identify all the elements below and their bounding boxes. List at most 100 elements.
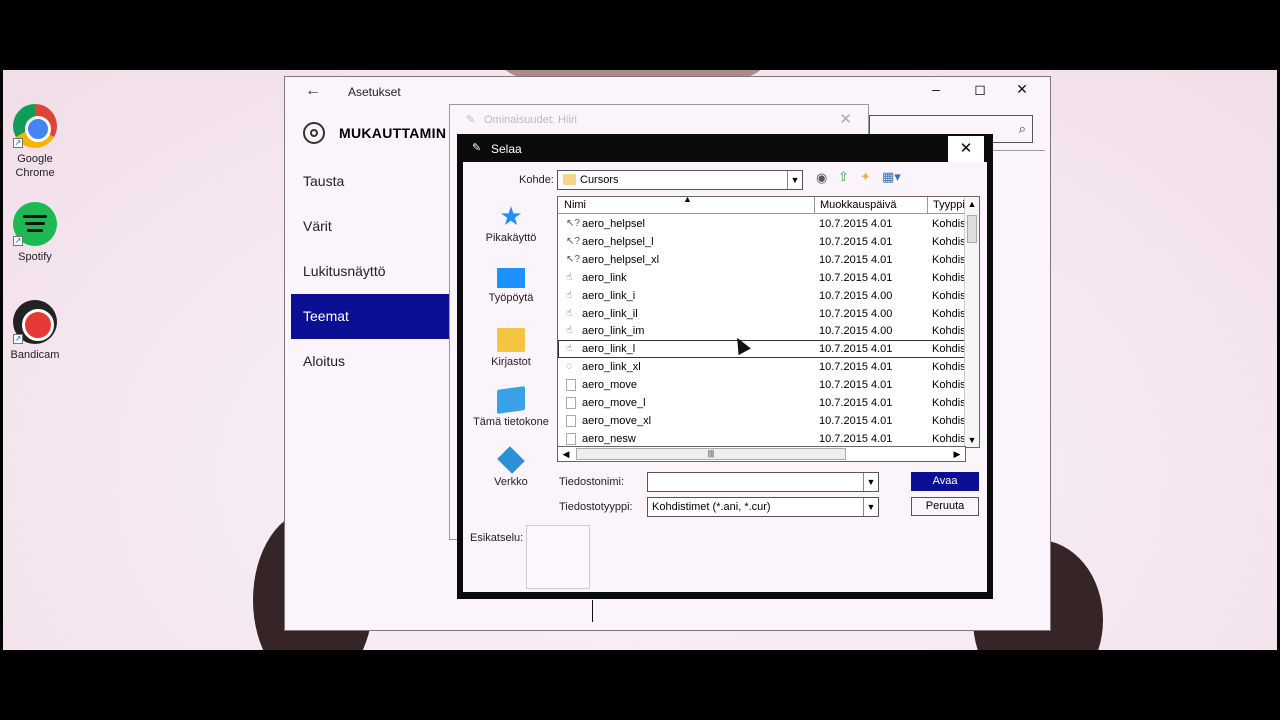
nav-item-varit[interactable]: Värit bbox=[291, 204, 449, 249]
file-row[interactable]: aero_move_l 10.7.2015 4.01 Kohdistin bbox=[558, 394, 965, 412]
filename-combobox[interactable]: ▼ bbox=[647, 472, 879, 492]
close-icon[interactable]: ✕ bbox=[839, 110, 852, 128]
file-type: Kohdistin bbox=[932, 361, 965, 374]
file-type: Kohdistin bbox=[932, 235, 965, 248]
file-row[interactable]: ↖?aero_helpsel_xl 10.7.2015 4.01 Kohdistin bbox=[558, 251, 965, 269]
file-name: aero_link_im bbox=[582, 325, 645, 338]
file-name: aero_link_l bbox=[582, 343, 636, 356]
filetype-value: Kohdistimet (*.ani, *.cur) bbox=[652, 501, 771, 513]
cursor-file-icon: ◌ bbox=[566, 361, 572, 373]
settings-heading: MUKAUTTAMIN bbox=[303, 119, 446, 147]
nav-item-tausta[interactable]: Tausta bbox=[291, 159, 449, 204]
nav-item-teemat[interactable]: Teemat bbox=[291, 294, 449, 339]
back-icon[interactable]: ◉ bbox=[816, 170, 827, 186]
file-date: 10.7.2015 4.00 bbox=[819, 325, 893, 338]
file-name: aero_link_il bbox=[582, 307, 638, 320]
back-arrow-icon[interactable]: ← bbox=[305, 82, 321, 100]
cursor-file-icon: ↖? bbox=[566, 218, 580, 229]
vertical-scrollbar[interactable]: ▲ ▼ bbox=[964, 197, 979, 447]
file-row[interactable]: aero_move 10.7.2015 4.01 Kohdistin bbox=[558, 376, 965, 394]
minimize-button[interactable]: – bbox=[921, 81, 951, 101]
scroll-left-icon[interactable]: ◀ bbox=[558, 447, 574, 461]
file-row[interactable]: ☝ aero_link_i 10.7.2015 4.00 Kohdistin bbox=[558, 287, 965, 305]
nav-item-lukitusnaytto[interactable]: Lukitusnäyttö bbox=[291, 249, 449, 294]
place-label: Verkko bbox=[494, 476, 528, 488]
cancel-button[interactable]: Peruuta bbox=[911, 497, 979, 516]
scroll-right-icon[interactable]: ▶ bbox=[949, 447, 965, 461]
file-date: 10.7.2015 4.01 bbox=[819, 218, 893, 230]
desktop-icon-label: Spotify bbox=[18, 251, 52, 263]
page-title: MUKAUTTAMIN bbox=[339, 125, 447, 141]
browse-body: Kohde: Cursors ▼ ◉ ⇧ ✦ ▦▾ ★ Pikakäyttö T… bbox=[463, 162, 987, 592]
nav-item-aloitus[interactable]: Aloitus bbox=[291, 339, 449, 384]
chevron-down-icon[interactable]: ▼ bbox=[863, 498, 878, 516]
browse-titlebar: ✎ Selaa ✕ bbox=[457, 134, 993, 162]
view-menu-icon[interactable]: ▦▾ bbox=[882, 169, 901, 185]
cursor-file-icon: ☝ bbox=[566, 325, 573, 337]
column-header-type[interactable]: Tyyppi bbox=[933, 199, 966, 211]
column-header-date[interactable]: Muokkauspäivä bbox=[820, 199, 896, 211]
file-type: Kohdistin bbox=[932, 325, 965, 338]
settings-titlebar: ← Asetukset – ◻ ✕ bbox=[285, 77, 1050, 105]
close-button[interactable]: ✕ bbox=[1007, 81, 1037, 101]
file-name: aero_link_xl bbox=[582, 361, 641, 374]
mouse-icon: ✎ bbox=[466, 114, 476, 126]
location-label: Kohde: bbox=[519, 174, 554, 186]
file-type: Kohdistin bbox=[932, 307, 965, 320]
up-folder-icon[interactable]: ⇧ bbox=[838, 169, 849, 185]
file-row[interactable]: ☝ aero_link_l 10.7.2015 4.01 Kohdistin bbox=[558, 340, 965, 359]
horizontal-scrollbar[interactable]: ◀ ||| ▶ bbox=[557, 446, 966, 462]
desktop-icon-label: Bandicam bbox=[10, 349, 60, 361]
maximize-button[interactable]: ◻ bbox=[965, 81, 995, 101]
scrollbar-thumb[interactable] bbox=[967, 215, 977, 243]
network-icon bbox=[497, 446, 525, 474]
place-quick-access[interactable]: ★ Pikakäyttö bbox=[468, 203, 554, 260]
scrollbar-thumb[interactable]: ||| bbox=[576, 448, 846, 460]
file-date: 10.7.2015 4.01 bbox=[819, 235, 893, 248]
new-folder-icon[interactable]: ✦ bbox=[860, 169, 871, 185]
place-this-pc[interactable]: Tämä tietokone bbox=[468, 386, 554, 444]
chevron-down-icon[interactable]: ▼ bbox=[787, 171, 802, 189]
file-type: Kohdistin bbox=[932, 432, 965, 445]
search-icon[interactable]: ⌕ bbox=[1019, 121, 1026, 137]
desktop-icon-label: Google bbox=[17, 153, 53, 165]
file-row[interactable]: aero_move_xl 10.7.2015 4.01 Kohdistin bbox=[558, 412, 965, 430]
file-row[interactable]: ☝ aero_link_im 10.7.2015 4.00 Kohdistin bbox=[558, 322, 965, 340]
dialog-title: Selaa bbox=[491, 142, 522, 156]
browse-dialog: ✎ Selaa ✕ Kohde: Cursors ▼ ◉ ⇧ ✦ ▦▾ ★ Pi… bbox=[457, 134, 993, 599]
file-row[interactable]: ☝ aero_link_il 10.7.2015 4.00 Kohdistin bbox=[558, 305, 965, 323]
file-icon bbox=[566, 414, 576, 427]
file-row[interactable]: ◌ aero_link_xl 10.7.2015 4.01 Kohdistin bbox=[558, 358, 965, 376]
file-icon bbox=[566, 432, 576, 445]
desktop-icon-bandicam[interactable]: ↗ Bandicam bbox=[3, 300, 67, 362]
place-network[interactable]: Verkko bbox=[468, 446, 554, 504]
file-list-header: Nimi ▲ Muokkauspäivä Tyyppi bbox=[558, 196, 979, 214]
settings-nav: Tausta Värit Lukitusnäyttö Teemat Aloitu… bbox=[291, 159, 449, 384]
scroll-down-icon[interactable]: ▼ bbox=[965, 433, 979, 447]
file-name: aero_move_xl bbox=[582, 414, 652, 427]
file-date: 10.7.2015 4.01 bbox=[819, 414, 893, 427]
file-row[interactable]: ↖?aero_helpsel_l 10.7.2015 4.01 Kohdistin bbox=[558, 233, 965, 251]
file-type: Kohdistin bbox=[932, 218, 965, 230]
desktop-icon-chrome[interactable]: ↗ Google Chrome bbox=[3, 104, 67, 180]
file-name: aero_helpsel bbox=[582, 218, 645, 230]
cursor-file-icon: ☝ bbox=[566, 343, 573, 355]
desktop-icon-spotify[interactable]: ↗ Spotify bbox=[3, 202, 67, 264]
place-label: Tämä tietokone bbox=[473, 416, 549, 428]
file-list[interactable]: Nimi ▲ Muokkauspäivä Tyyppi ↖? aero_helps… bbox=[557, 196, 980, 448]
place-libraries[interactable]: Kirjastot bbox=[468, 328, 554, 384]
sort-ascending-icon: ▲ bbox=[683, 196, 692, 204]
chevron-down-icon[interactable]: ▼ bbox=[863, 473, 878, 491]
close-button[interactable]: ✕ bbox=[948, 136, 984, 162]
file-row[interactable]: ↖?aero_helpsel 10.7.2015 4.01 Kohdistin bbox=[558, 215, 965, 233]
column-separator[interactable] bbox=[814, 197, 815, 214]
place-desktop[interactable]: Työpöytä bbox=[468, 268, 554, 324]
column-header-name[interactable]: Nimi bbox=[564, 199, 586, 211]
filetype-select[interactable]: Kohdistimet (*.ani, *.cur) ▼ bbox=[647, 497, 879, 517]
open-button[interactable]: Avaa bbox=[911, 472, 979, 491]
column-separator[interactable] bbox=[927, 197, 928, 214]
location-combobox[interactable]: Cursors ▼ bbox=[557, 170, 803, 190]
file-row[interactable]: ☝ aero_link 10.7.2015 4.01 Kohdistin bbox=[558, 269, 965, 287]
filename-label: Tiedostonimi: bbox=[559, 476, 625, 488]
scroll-up-icon[interactable]: ▲ bbox=[965, 197, 979, 211]
